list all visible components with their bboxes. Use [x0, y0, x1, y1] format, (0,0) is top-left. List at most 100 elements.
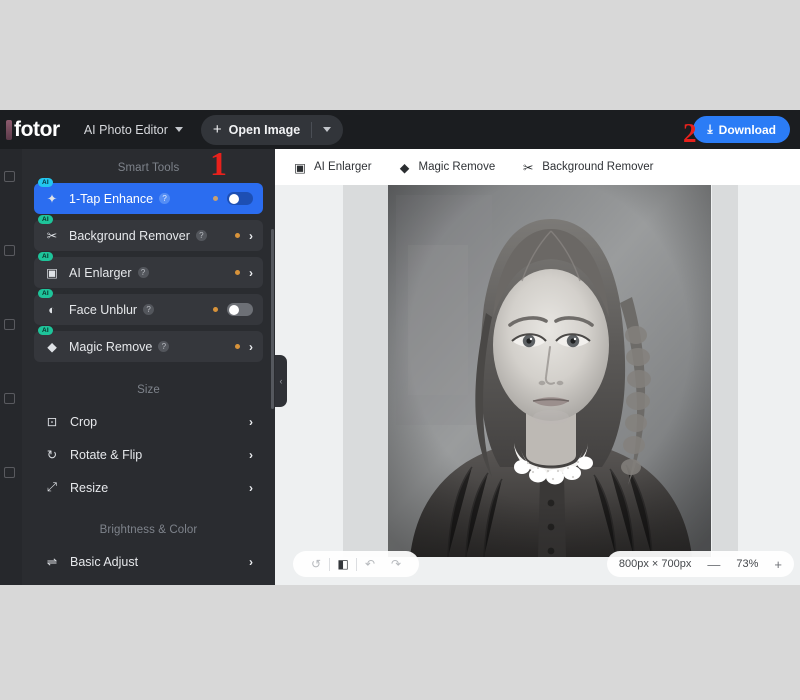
help-icon[interactable]: ? — [158, 341, 170, 352]
open-image-label: Open Image — [228, 122, 301, 137]
canvas-tool-magic-remove[interactable]: ◆ Magic Remove — [398, 160, 496, 175]
help-icon[interactable]: ? — [195, 230, 207, 241]
ai-enlarger-icon: ▣ — [294, 160, 306, 175]
photo-preview[interactable] — [388, 185, 711, 557]
sidebar-item-ai-enlarger[interactable]: AI ▣ AI Enlarger ? › — [34, 252, 263, 288]
chevron-right-icon[interactable]: › — [249, 555, 253, 569]
portrait-image — [388, 185, 711, 557]
rail-icon-5[interactable] — [4, 467, 15, 478]
canvas-tool-label: AI Enlarger — [314, 161, 372, 173]
contrast-icon: ◐ — [48, 302, 56, 317]
chevron-right-icon[interactable]: › — [249, 448, 253, 462]
background-remover-icon: ✂ — [522, 160, 534, 175]
open-image-group: + Open Image — [200, 114, 344, 145]
face-unblur-toggle[interactable] — [227, 303, 253, 316]
sidebar-item-magic-remove[interactable]: AI ◆ Magic Remove ? › — [34, 326, 263, 362]
download-button[interactable]: ⤓ Download — [693, 116, 790, 143]
sidebar-item-label: Magic Remove — [69, 339, 153, 354]
canvas-tool-ai-enlarger[interactable]: ▣ AI Enlarger — [293, 160, 372, 175]
chevron-right-icon[interactable]: › — [249, 340, 253, 354]
canvas-toolbar: ▣ AI Enlarger ◆ Magic Remove ✂ Backgroun… — [275, 149, 800, 185]
open-image-button[interactable]: + Open Image — [213, 122, 300, 137]
redo-icon[interactable]: ↷ — [383, 557, 409, 571]
help-icon[interactable]: ? — [159, 193, 171, 204]
eraser-icon: ◆ — [47, 340, 57, 354]
canvas-stage[interactable] — [275, 185, 800, 585]
sidebar-item-resize[interactable]: ⤢ Resize › — [34, 471, 263, 504]
download-label: Download — [718, 122, 776, 137]
crop-icon: ⊡ — [46, 415, 58, 429]
chevron-right-icon[interactable]: › — [249, 229, 253, 243]
scissors-icon: ✂ — [46, 229, 58, 243]
open-image-chevron-down-icon[interactable] — [323, 127, 332, 132]
ai-badge: AI — [38, 326, 53, 336]
status-dot — [213, 196, 218, 201]
ai-badge: AI — [38, 289, 53, 299]
ai-badge: AI — [38, 252, 53, 262]
help-icon[interactable]: ? — [137, 267, 149, 278]
rail-icon-3[interactable] — [4, 319, 15, 330]
image-expand-icon: ▣ — [46, 266, 58, 280]
reset-icon[interactable]: ↺ — [303, 557, 329, 571]
sidebar-item-label: Background Remover — [69, 228, 190, 243]
top-bar: fotor AI Photo Editor + Open Image ⤓ Dow… — [0, 110, 800, 149]
chevron-right-icon[interactable]: › — [249, 266, 253, 280]
history-toolbar: ↺ ◧ ↶ ↷ — [293, 551, 419, 577]
sidebar-item-label: Face Unblur — [69, 302, 138, 317]
status-dot — [235, 233, 240, 238]
annotation-marker-2: 2 — [683, 118, 697, 148]
sidebar-item-label: Resize — [70, 480, 109, 495]
chevron-right-icon[interactable]: › — [249, 415, 253, 429]
canvas-tool-label: Magic Remove — [418, 161, 496, 173]
editor-mode-dropdown[interactable]: AI Photo Editor — [84, 123, 183, 137]
rail-icon-2[interactable] — [4, 245, 15, 256]
canvas-grey-band-right — [712, 185, 738, 557]
zoom-out-button[interactable]: — — [707, 557, 720, 572]
section-title-brightness-color: Brightness & Color — [99, 524, 198, 536]
ai-badge: AI — [38, 215, 53, 225]
plus-icon: + — [212, 121, 222, 138]
annotation-marker-1: 1 — [210, 146, 227, 183]
sidebar-item-rotate-flip[interactable]: ↻ Rotate & Flip › — [34, 438, 263, 471]
sidebar-item-face-unblur[interactable]: AI ◐ Face Unblur ? — [34, 289, 263, 325]
sliders-icon: ⇌ — [46, 555, 58, 569]
divider — [311, 121, 313, 138]
rail-icon-4[interactable] — [4, 393, 15, 404]
ai-badge: AI — [38, 178, 53, 188]
brand-logo[interactable]: fotor — [6, 119, 60, 140]
sidebar-item-label: 1-Tap Enhance — [69, 191, 154, 206]
logo-mark-icon — [6, 119, 12, 140]
compare-icon[interactable]: ◧ — [330, 557, 356, 571]
sidebar-item-label: Rotate & Flip — [70, 447, 143, 462]
chevron-right-icon[interactable]: › — [249, 481, 253, 495]
sidebar-item-label: AI Enlarger — [69, 265, 132, 280]
canvas-tool-background-remover[interactable]: ✂ Background Remover — [521, 160, 653, 175]
magic-wand-icon: ✦ — [46, 192, 58, 206]
sidebar-collapse-handle[interactable]: ‹ — [275, 355, 287, 407]
sidebar-item-crop[interactable]: ⊡ Crop › — [34, 405, 263, 438]
image-dimensions-label: 800px × 700px — [618, 558, 692, 570]
section-title-size: Size — [137, 384, 160, 396]
help-icon[interactable]: ? — [143, 304, 155, 315]
enhance-toggle[interactable] — [227, 192, 253, 205]
sidebar-item-background-remover[interactable]: AI ✂ Background Remover ? › — [34, 215, 263, 251]
section-title-smart-tools: Smart Tools — [117, 162, 180, 174]
sidebar-item-1-tap-enhance[interactable]: AI ✦ 1-Tap Enhance ? — [34, 178, 263, 214]
sidebar-scrollbar[interactable] — [271, 229, 274, 409]
rail-icon-1[interactable] — [4, 171, 15, 182]
zoom-in-button[interactable]: + — [774, 557, 782, 572]
sidebar-item-basic-adjust[interactable]: ⇌ Basic Adjust › — [34, 545, 263, 578]
brand-name: fotor — [14, 118, 60, 141]
sidebar-item-label: Basic Adjust — [70, 554, 139, 569]
canvas-grey-band-left — [343, 185, 388, 557]
sidebar-item-label: Crop — [70, 414, 98, 429]
canvas-area: ▣ AI Enlarger ◆ Magic Remove ✂ Backgroun… — [275, 149, 800, 585]
zoom-toolbar: 800px × 700px — 73% + — [606, 551, 794, 577]
chevron-down-icon — [174, 127, 183, 132]
zoom-level-label: 73% — [736, 558, 759, 570]
magic-remove-icon: ◆ — [399, 160, 410, 175]
chevron-left-icon: ‹ — [279, 376, 283, 386]
rotate-icon: ↻ — [46, 448, 58, 462]
status-dot — [235, 270, 240, 275]
undo-icon[interactable]: ↶ — [357, 557, 383, 571]
